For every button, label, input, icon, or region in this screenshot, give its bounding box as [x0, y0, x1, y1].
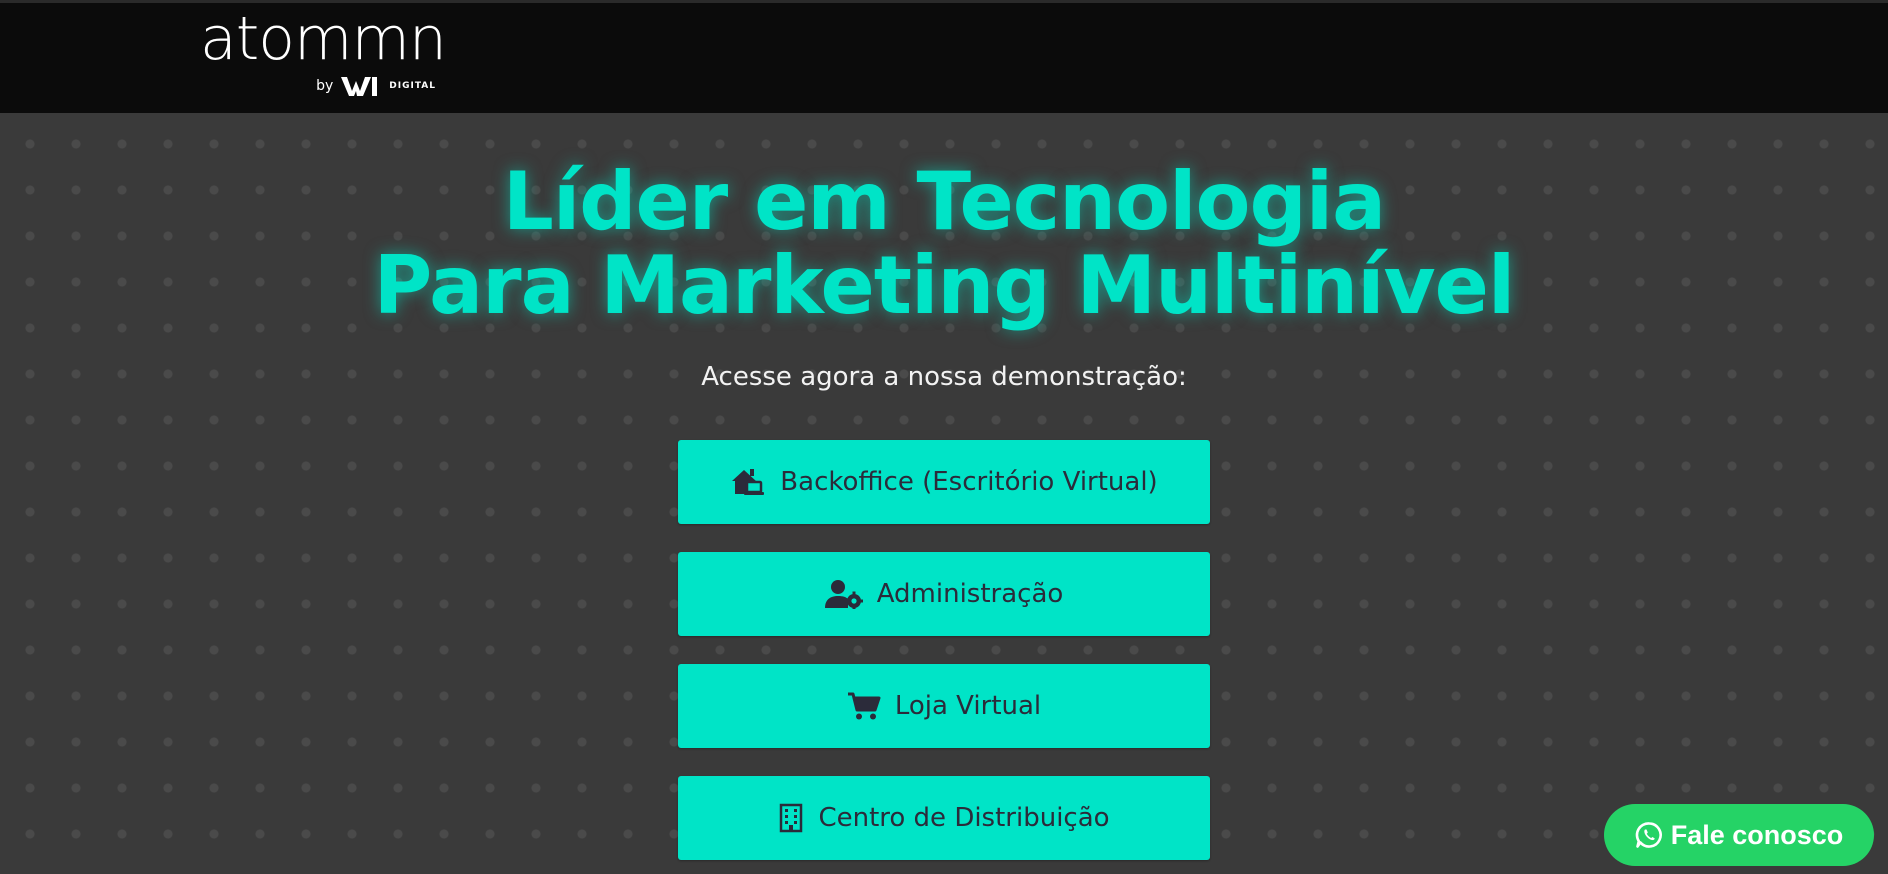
building-icon	[780, 803, 803, 833]
house-laptop-icon	[732, 469, 765, 495]
top-navbar: atommn by DIGITAL	[0, 0, 1888, 113]
user-gear-icon	[824, 580, 863, 609]
administracao-button-label: Administração	[876, 579, 1064, 609]
whatsapp-icon	[1635, 822, 1662, 848]
backoffice-button-label: Backoffice (Escritório Virtual)	[780, 467, 1158, 497]
headline-line-2: Para Marketing Multinível	[373, 239, 1516, 332]
loja-virtual-button-label: Loja Virtual	[894, 691, 1042, 721]
atommn-logo[interactable]: atommn by DIGITAL	[200, 9, 447, 103]
logo-byline: by DIGITAL	[316, 75, 436, 97]
backoffice-button[interactable]: Backoffice (Escritório Virtual)	[678, 440, 1210, 524]
loja-virtual-button[interactable]: Loja Virtual	[678, 664, 1210, 748]
logo-by-text: by	[316, 78, 334, 94]
logo-wordmark: atommn	[200, 4, 447, 74]
w-digital-logo-icon	[341, 77, 378, 96]
cart-icon	[847, 692, 881, 720]
hero-headline: Líder em Tecnologia Para Marketing Multi…	[0, 160, 1888, 328]
fale-conosco-button[interactable]: Fale conosco	[1604, 804, 1874, 866]
centro-distribuicao-button-label: Centro de Distribuição	[818, 803, 1110, 833]
headline-line-1: Líder em Tecnologia	[502, 155, 1386, 248]
administracao-button[interactable]: Administração	[678, 552, 1210, 636]
logo-digital-text: DIGITAL	[389, 81, 436, 91]
hero-subtitle: Acesse agora a nossa demonstração:	[701, 362, 1187, 392]
centro-distribuicao-button[interactable]: Centro de Distribuição	[678, 776, 1210, 860]
fale-conosco-label: Fale conosco	[1670, 819, 1844, 850]
